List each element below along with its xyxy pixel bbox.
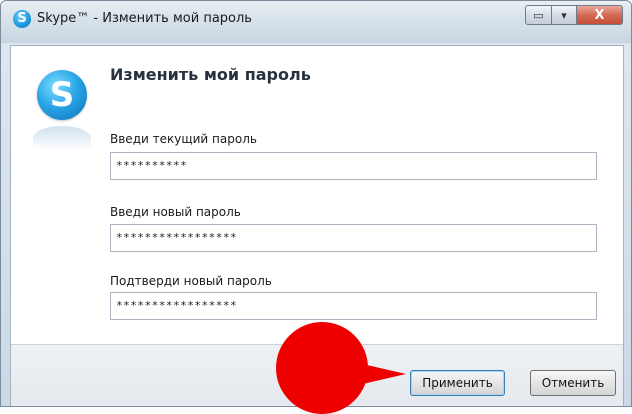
skype-logo-icon: S [37,70,87,120]
new-password-field[interactable]: ***************** [110,224,597,252]
current-password-label: Введи текущий пароль [110,132,257,146]
title-bar[interactable]: S Skype™ - Изменить мой пароль ▭ ▾ X [1,1,631,43]
restore-icon[interactable]: ▭ [525,5,552,25]
window-title: Skype™ - Изменить мой пароль [37,11,252,26]
confirm-password-label: Подтверди новый пароль [110,274,272,288]
current-password-field[interactable]: ********** [110,152,597,180]
apply-button[interactable]: Применить [410,370,505,396]
dialog-heading: Изменить мой пароль [110,65,311,84]
new-password-label: Введи новый пароль [110,205,241,219]
window-controls: ▭ ▾ X [525,5,623,27]
skype-icon: S [13,10,31,28]
minimize-icon[interactable]: ▾ [552,5,577,25]
logo-reflection [33,126,91,150]
confirm-password-field[interactable]: ***************** [110,292,597,320]
cancel-button[interactable]: Отменить [530,370,616,396]
close-icon[interactable]: X [577,5,623,25]
annotation-arrow [354,362,406,386]
